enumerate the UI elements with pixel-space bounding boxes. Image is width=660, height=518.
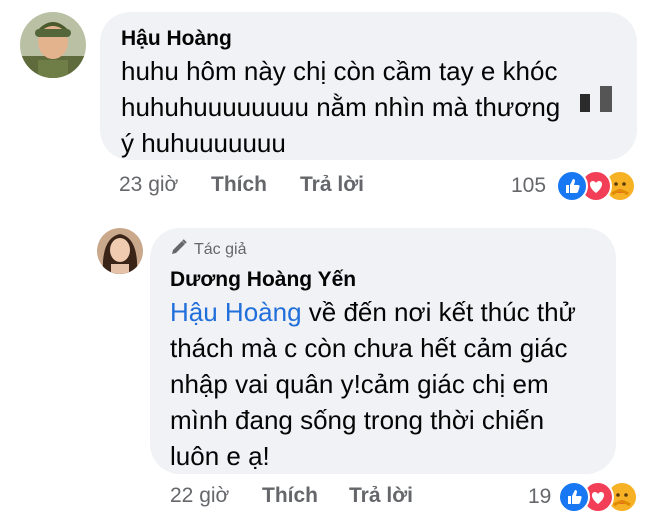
author-badge-label: Tác giả [194,240,247,258]
comment-text-line: mình đang sống trong thời chiến [170,405,545,435]
reaction-count[interactable]: 19 [528,485,551,509]
redaction-mark [600,86,612,112]
comment-text-segment: về đến nơi kết thúc thử [301,297,576,327]
comment-timestamp[interactable]: 23 giờ [119,173,178,197]
comment-text-line: thách mà c còn chưa hết cảm giác [170,333,568,363]
redaction-mark [580,94,590,112]
comment-timestamp[interactable]: 22 giờ [170,484,229,508]
comment-text-line: Hậu Hoàng về đến nơi kết thúc thử [170,294,576,330]
reaction-count[interactable]: 105 [511,174,546,198]
comment-author[interactable]: Dương Hoàng Yến [170,268,356,292]
avatar[interactable] [20,12,86,78]
like-icon[interactable] [556,170,588,202]
avatar[interactable] [97,228,143,274]
reply-button[interactable]: Trả lời [300,173,364,197]
comment-text-line: nhập vai quân y!cảm giác chị em [170,369,549,399]
like-button[interactable]: Thích [262,484,318,508]
comment-text-line: luôn e ạ! [170,441,270,471]
like-icon[interactable] [558,481,590,513]
mention-link[interactable]: Hậu Hoàng [170,297,302,327]
comment-text-line: huhu hôm này chị còn cầm tay e khóc [121,56,558,86]
like-button[interactable]: Thích [211,173,267,197]
comment-author[interactable]: Hậu Hoàng [121,27,232,51]
author-badge: Tác giả [170,238,246,261]
pencil-icon [170,238,188,261]
comment-text-line: ý huhuuuuuuu [121,128,286,158]
reply-button[interactable]: Trả lời [349,484,413,508]
comment-text-line: huhuhuuuuuuuu nằm nhìn mà thương [121,92,561,122]
